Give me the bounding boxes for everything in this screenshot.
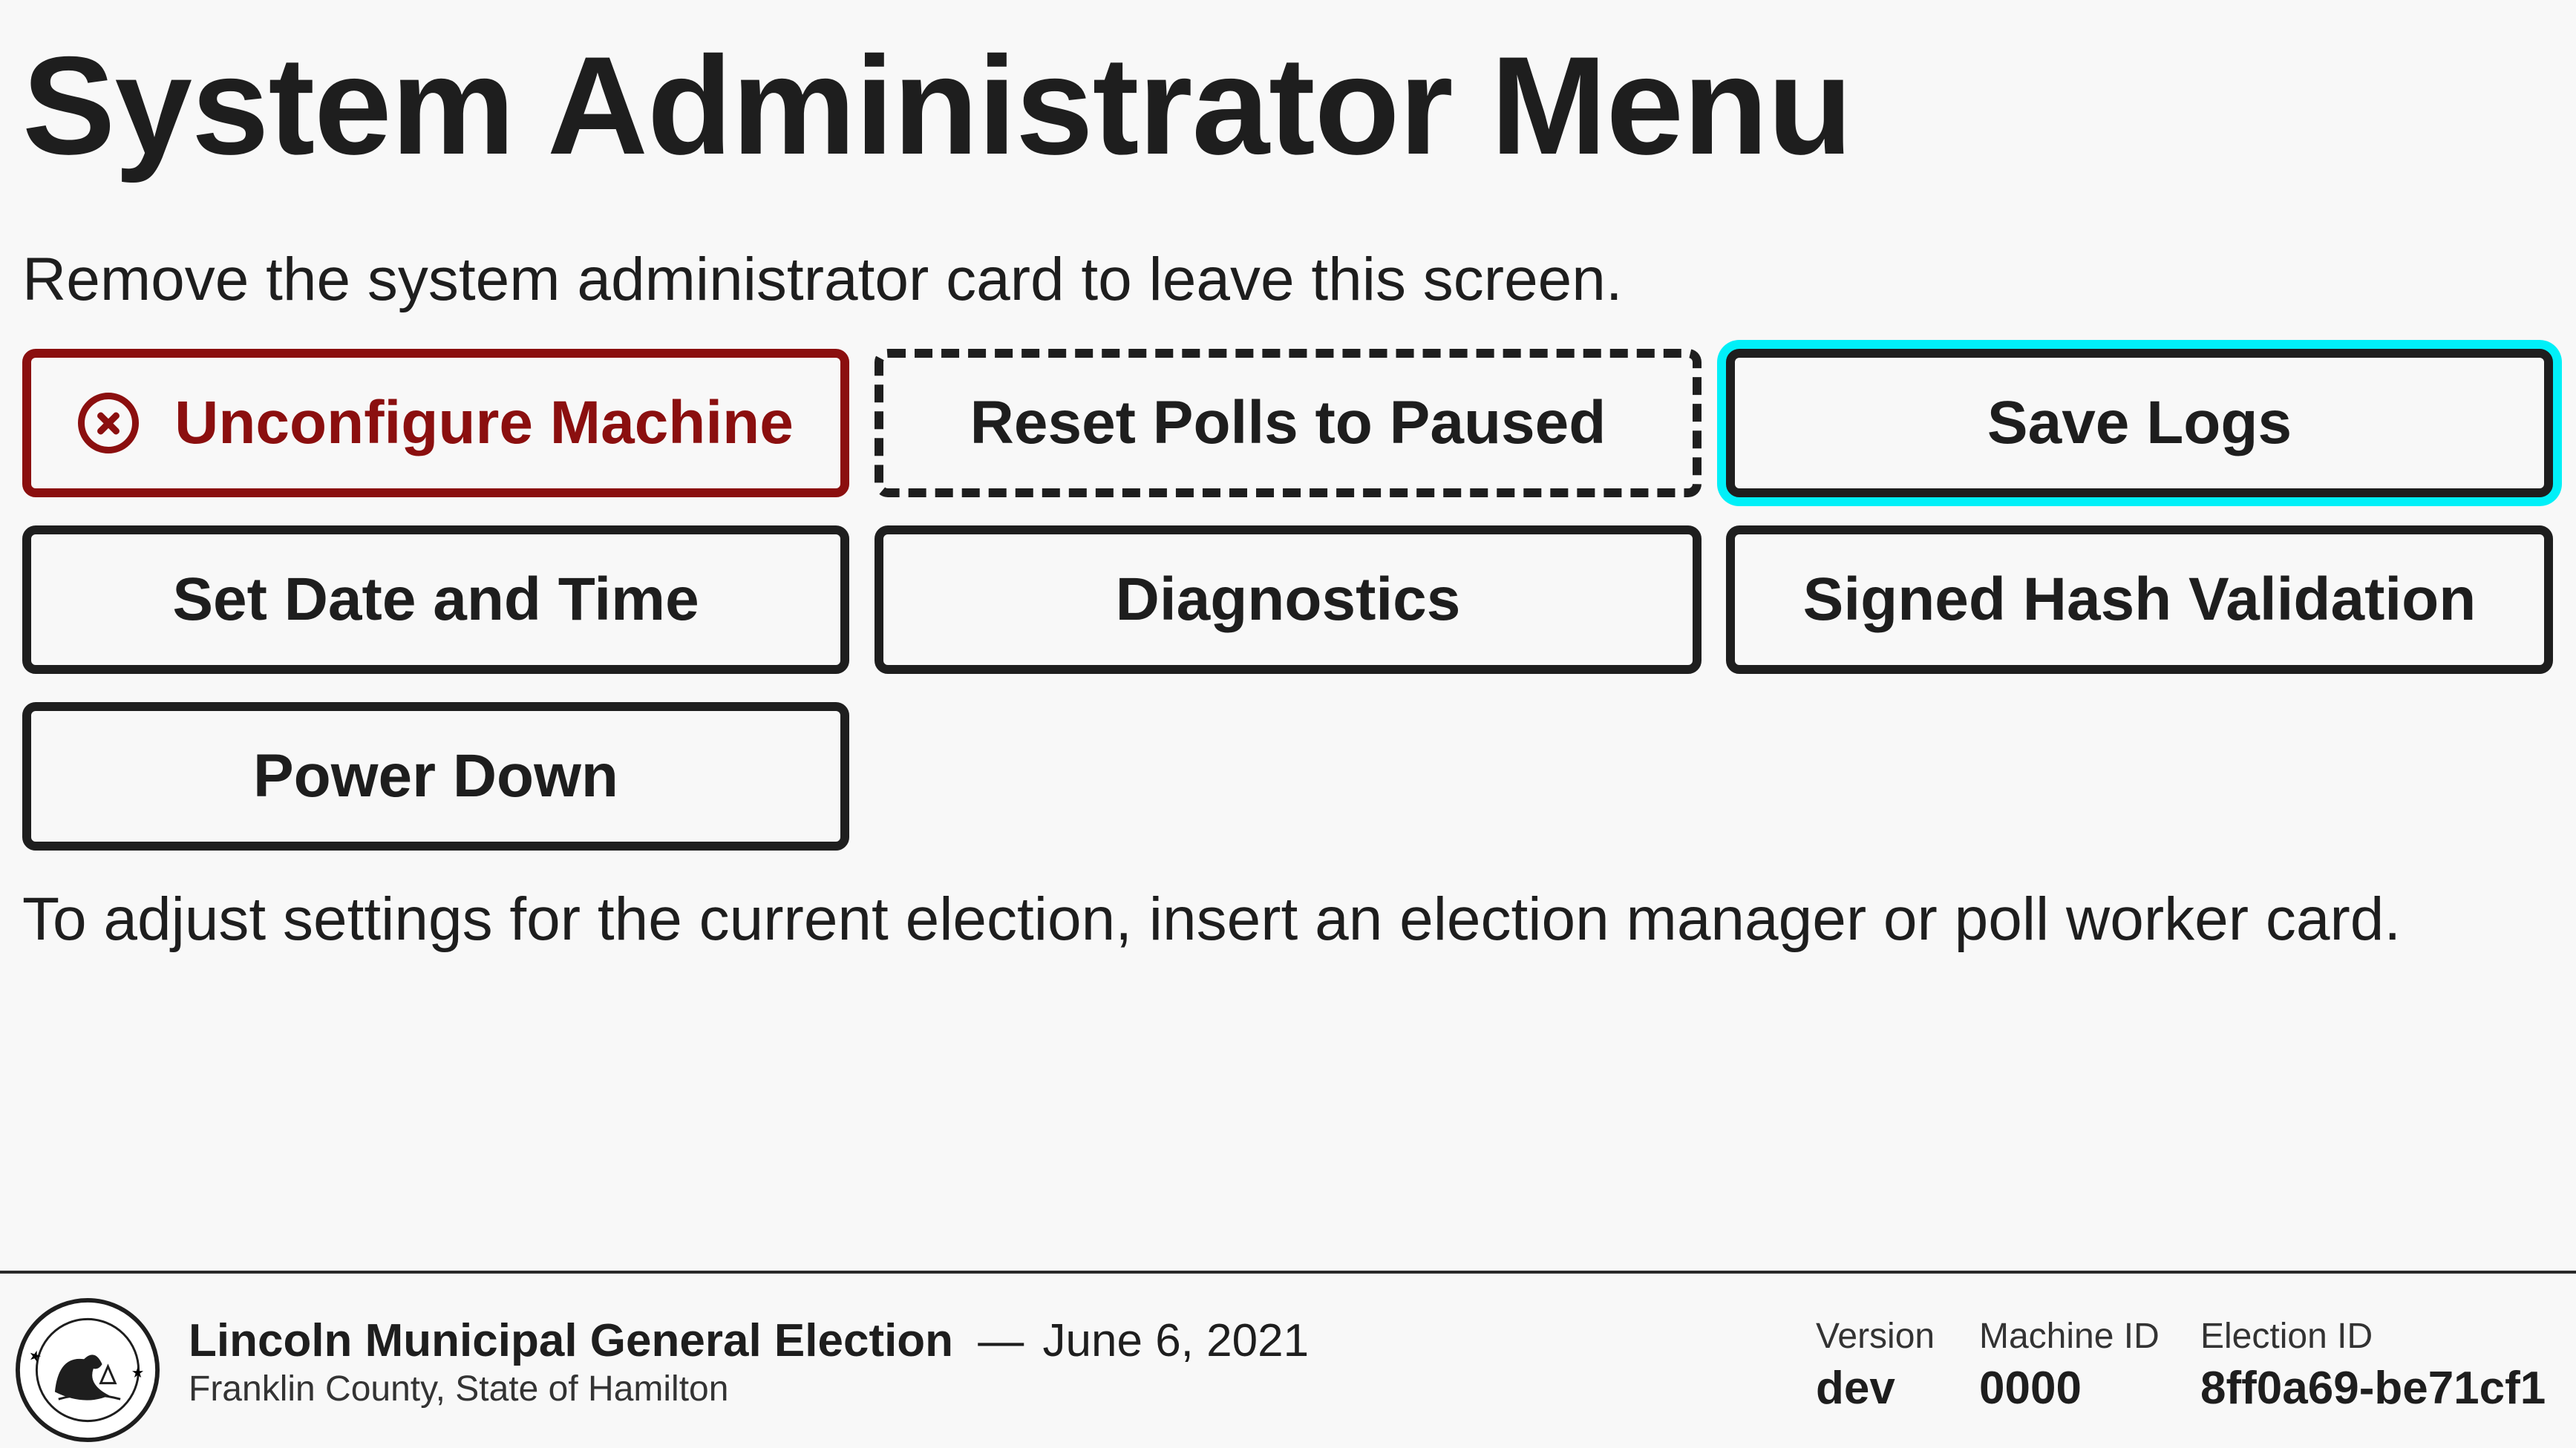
version-label: Version — [1816, 1317, 1935, 1356]
version-value: dev — [1816, 1362, 1895, 1414]
reset-polls-button[interactable]: Reset Polls to Paused — [875, 349, 1701, 497]
election-id-label: Election ID — [2200, 1317, 2373, 1356]
machine-id-info: Machine ID 0000 — [1979, 1315, 2160, 1416]
power-down-button[interactable]: Power Down — [22, 702, 849, 851]
unconfigure-machine-button[interactable]: Unconfigure Machine — [22, 349, 849, 497]
unconfigure-machine-label: Unconfigure Machine — [174, 389, 794, 456]
power-down-label: Power Down — [252, 742, 619, 810]
machine-id-label: Machine ID — [1979, 1317, 2160, 1356]
save-logs-label: Save Logs — [1987, 389, 2292, 456]
system-admin-screen: System Administrator Menu Remove the sys… — [0, 0, 2576, 1448]
state-seal-icon: ★ ★ — [15, 1297, 160, 1443]
instructions-text: Remove the system administrator card to … — [22, 246, 1623, 313]
election-id-value: 8ff0a69-be71cf1 — [2200, 1362, 2546, 1414]
circle-x-icon — [78, 393, 140, 453]
version-info: Version dev — [1816, 1315, 1935, 1416]
election-date: June 6, 2021 — [1042, 1315, 1310, 1366]
signed-hash-validation-button[interactable]: Signed Hash Validation — [1726, 525, 2553, 674]
set-date-time-button[interactable]: Set Date and Time — [22, 525, 849, 674]
page-title: System Administrator Menu — [22, 27, 1853, 183]
election-id-info: Election ID 8ff0a69-be71cf1 — [2200, 1315, 2546, 1416]
diagnostics-label: Diagnostics — [1115, 566, 1461, 633]
county-state: Franklin County, State of Hamilton — [189, 1369, 729, 1409]
reset-polls-label: Reset Polls to Paused — [970, 389, 1606, 456]
election-dash: — — [978, 1315, 1024, 1366]
election-info-bar: ★ ★ Lincoln Municipal General Election —… — [0, 1271, 2576, 1448]
signed-hash-validation-label: Signed Hash Validation — [1802, 566, 2477, 633]
election-heading: Lincoln Municipal General Election — Jun… — [189, 1314, 1309, 1369]
election-card-note: To adjust settings for the current elect… — [22, 885, 2402, 953]
save-logs-button[interactable]: Save Logs — [1726, 349, 2553, 497]
diagnostics-button[interactable]: Diagnostics — [875, 525, 1701, 674]
set-date-time-label: Set Date and Time — [172, 566, 699, 633]
svg-text:★: ★ — [131, 1364, 145, 1381]
election-title: Lincoln Municipal General Election — [189, 1315, 954, 1366]
machine-id-value: 0000 — [1979, 1362, 2082, 1414]
